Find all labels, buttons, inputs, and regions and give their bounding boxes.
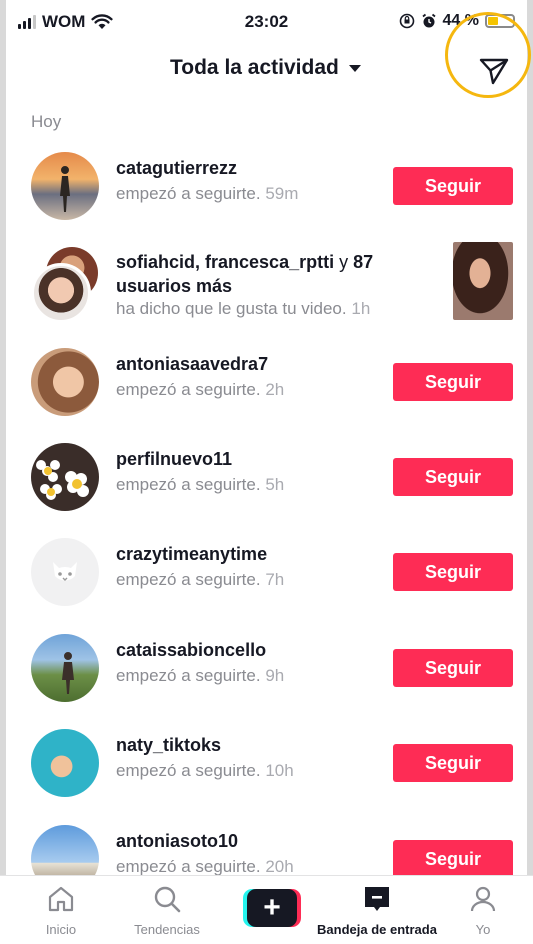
tab-inbox[interactable]: Bandeja de entrada: [312, 876, 442, 944]
alarm-icon: [421, 13, 436, 28]
follow-button[interactable]: Seguir: [393, 167, 513, 205]
follow-button[interactable]: Seguir: [393, 363, 513, 401]
list-item[interactable]: crazytimeanytime empezó a seguirte. 7h S…: [0, 530, 533, 625]
video-thumbnail[interactable]: [453, 242, 513, 320]
create-video-button[interactable]: +: [243, 889, 301, 927]
timestamp: 1h: [351, 299, 371, 318]
timestamp: 20h: [265, 857, 294, 876]
follow-button[interactable]: Seguir: [393, 649, 513, 687]
activity-text: empezó a seguirte. 20h: [116, 857, 294, 876]
inbox-icon: [365, 887, 389, 911]
username[interactable]: naty_tiktoks: [116, 735, 221, 756]
avatar-front[interactable]: [31, 263, 91, 323]
home-icon: [48, 886, 74, 912]
timestamp: 2h: [265, 380, 285, 399]
avatar[interactable]: [31, 634, 99, 702]
caret-down-icon: [348, 64, 361, 72]
activity-text: empezó a seguirte. 2h: [116, 380, 285, 399]
default-avatar-icon: [53, 562, 77, 581]
username[interactable]: antoniasoto10: [116, 831, 238, 852]
timestamp: 10h: [265, 761, 294, 780]
follow-button[interactable]: Seguir: [393, 458, 513, 496]
timestamp: 5h: [265, 475, 285, 494]
activity-text: empezó a seguirte. 10h: [116, 761, 294, 780]
list-item[interactable]: naty_tiktoks empezó a seguirte. 10h Segu…: [0, 721, 533, 816]
avatar[interactable]: [31, 443, 99, 511]
activity-text: empezó a seguirte. 7h: [116, 570, 285, 589]
username[interactable]: crazytimeanytime: [116, 544, 267, 565]
follow-button[interactable]: Seguir: [393, 553, 513, 591]
activity-filter-dropdown[interactable]: Toda la actividad: [170, 56, 361, 80]
activity-text: empezó a seguirte. 59m: [116, 184, 299, 203]
person-silhouette-icon: [60, 166, 70, 212]
tab-profile-label: Yo: [475, 922, 491, 937]
tab-profile[interactable]: Yo: [460, 876, 506, 944]
tab-home[interactable]: Inicio: [26, 876, 96, 944]
username[interactable]: catagutierrezz: [116, 158, 237, 179]
activity-text: empezó a seguirte. 9h: [116, 666, 285, 685]
activity-text: empezó a seguirte. 5h: [116, 475, 285, 494]
orientation-lock-icon: [399, 13, 414, 29]
avatar[interactable]: [31, 152, 99, 220]
timestamp: 7h: [265, 570, 285, 589]
username[interactable]: perfilnuevo11: [116, 449, 232, 470]
tab-inbox-label: Bandeja de entrada: [317, 922, 437, 937]
list-item[interactable]: cataissabioncello empezó a seguirte. 9h …: [0, 626, 533, 721]
daisy-flowers-icon: [36, 460, 89, 500]
follow-button[interactable]: Seguir: [393, 840, 513, 878]
bottom-tab-bar: Inicio Tendencias + Bandeja de entrada Y…: [0, 875, 533, 944]
liker-usernames[interactable]: sofiahcid, francesca_rptti y 87 usuarios…: [116, 250, 436, 298]
tab-discover[interactable]: Tendencias: [124, 876, 210, 944]
avatar[interactable]: [31, 538, 99, 606]
list-item[interactable]: catagutierrezz empezó a seguirte. 59m Se…: [0, 144, 533, 239]
profile-icon: [470, 886, 496, 912]
highlight-circle: [445, 12, 531, 98]
search-icon: [154, 886, 181, 913]
person-silhouette-icon: [62, 652, 74, 694]
tab-home-label: Inicio: [45, 922, 77, 937]
list-item[interactable]: perfilnuevo11 empezó a seguirte. 5h Segu…: [0, 435, 533, 530]
page-title: Toda la actividad: [170, 56, 339, 79]
plus-icon: +: [247, 889, 297, 927]
avatar[interactable]: [31, 348, 99, 416]
list-item[interactable]: sofiahcid, francesca_rptti y 87 usuarios…: [0, 239, 533, 339]
tab-discover-label: Tendencias: [134, 922, 200, 937]
username[interactable]: antoniasaavedra7: [116, 354, 268, 375]
section-today-label: Hoy: [31, 112, 62, 131]
username[interactable]: cataissabioncello: [116, 640, 266, 661]
avatar[interactable]: [31, 729, 99, 797]
follow-button[interactable]: Seguir: [393, 744, 513, 782]
list-item[interactable]: antoniasaavedra7 empezó a seguirte. 2h S…: [0, 340, 533, 435]
timestamp: 9h: [265, 666, 285, 685]
activity-text: ha dicho que le gusta tu video. 1h: [116, 299, 371, 318]
timestamp: 59m: [265, 184, 299, 203]
